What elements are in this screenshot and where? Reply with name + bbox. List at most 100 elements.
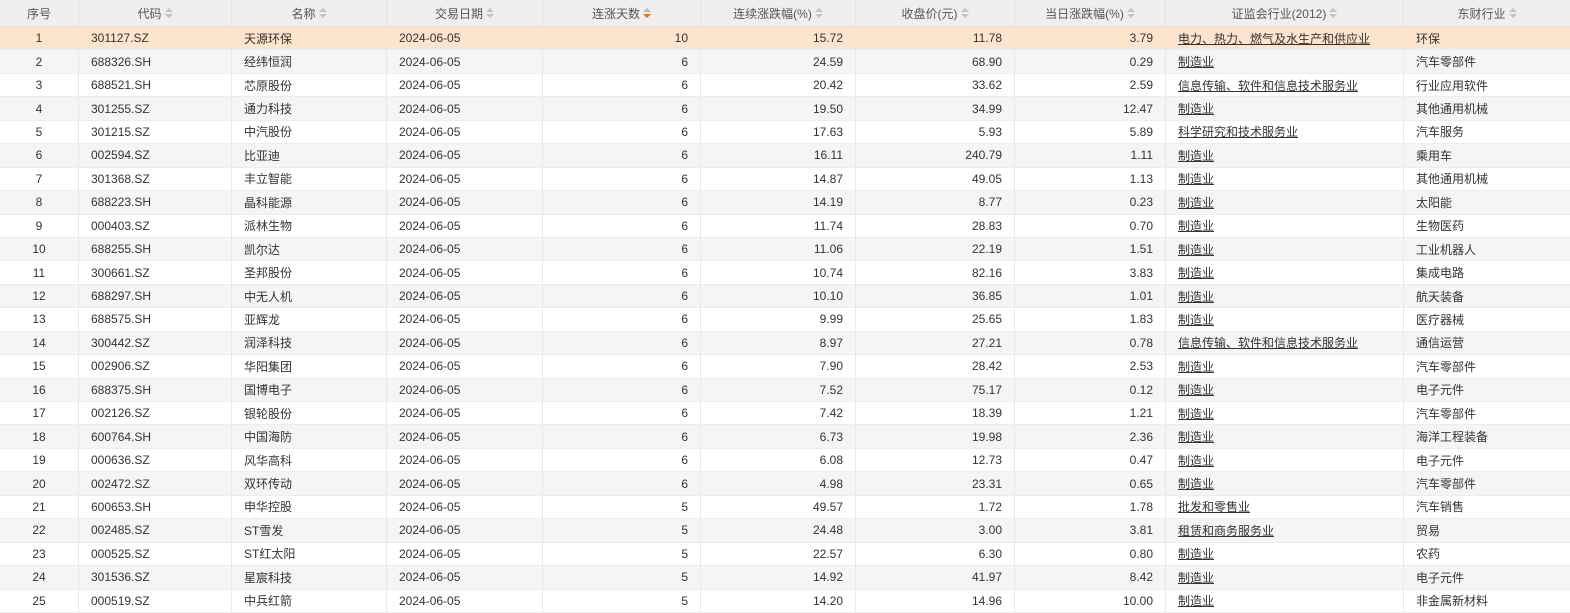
table-row[interactable]: 9 000403.SZ 派林生物 2024-06-05 6 11.74 28.83 0.70 制…	[0, 214, 1570, 238]
csrc-industry-link[interactable]: 制造业	[1178, 452, 1214, 469]
table-row[interactable]: 19 000636.SZ 风华高科 2024-06-05 6 6.08 12.73 0.47 制…	[0, 448, 1570, 473]
table-row[interactable]: 1 301127.SZ 天源环保 2024-06-05 10 15.72 11.78 3.79…	[0, 27, 1570, 51]
csrc-industry-link[interactable]: 制造业	[1178, 428, 1214, 445]
csrc-industry-link[interactable]: 制造业	[1178, 288, 1214, 305]
cell-day_change_pct: 1.13	[1015, 167, 1166, 192]
cell-csrc_industry: 制造业	[1166, 284, 1404, 309]
csrc-industry-link[interactable]: 制造业	[1178, 194, 1214, 211]
csrc-industry-link[interactable]: 批发和零售业	[1178, 498, 1250, 515]
table-row[interactable]: 14 300442.SZ 润泽科技 2024-06-05 6 8.97 27.21 0.78 信…	[0, 331, 1570, 356]
cell-streak_days: 6	[543, 167, 701, 192]
column-header-label: 东财行业	[1457, 6, 1506, 21]
cell-cum_change_pct: 8.97	[701, 331, 856, 356]
sort-up-triangle	[1126, 8, 1135, 12]
table-row[interactable]: 3 688521.SH 芯原股份 2024-06-05 6 20.42 33.62 2.59 信…	[0, 73, 1570, 98]
cell-close_price: 25.65	[856, 308, 1015, 332]
csrc-industry-link[interactable]: 制造业	[1178, 170, 1214, 187]
cell-day_change_pct: 3.83	[1015, 261, 1166, 285]
cell-name: 银轮股份	[232, 402, 387, 426]
table-row[interactable]: 16 688375.SH 国博电子 2024-06-05 6 7.52 75.17 0.12 制…	[0, 378, 1570, 402]
table-row[interactable]: 12 688297.SH 中无人机 2024-06-05 6 10.10 36.85 1.01…	[0, 284, 1570, 309]
csrc-industry-link[interactable]: 信息传输、软件和信息技术服务业	[1178, 77, 1358, 94]
csrc-industry-link[interactable]: 制造业	[1178, 592, 1214, 609]
table-row[interactable]: 24 301536.SZ 星宸科技 2024-06-05 5 14.92 41.97 8.42…	[0, 566, 1570, 590]
cell-seq: 22	[0, 519, 79, 543]
csrc-industry-link[interactable]: 制造业	[1178, 381, 1214, 398]
cell-date: 2024-06-05	[387, 448, 543, 473]
csrc-industry-link[interactable]: 信息传输、软件和信息技术服务业	[1178, 334, 1358, 351]
cell-streak_days: 6	[543, 237, 701, 262]
cell-close_price: 240.79	[856, 144, 1015, 168]
csrc-industry-link[interactable]: 科学研究和技术服务业	[1178, 123, 1298, 140]
cell-seq: 19	[0, 448, 79, 473]
table-row[interactable]: 21 600653.SH 申华控股 2024-06-05 5 49.57 1.72 1.78 批…	[0, 495, 1570, 520]
column-header-em_industry[interactable]: 东财行业	[1404, 0, 1570, 26]
csrc-industry-link[interactable]: 制造业	[1178, 475, 1214, 492]
cell-code: 301255.SZ	[79, 97, 232, 121]
cell-csrc_industry: 制造业	[1166, 308, 1404, 332]
table-row[interactable]: 4 301255.SZ 通力科技 2024-06-05 6 19.50 34.99 12.47…	[0, 97, 1570, 121]
cell-seq: 17	[0, 402, 79, 426]
cell-seq: 25	[0, 589, 79, 613]
table-row[interactable]: 15 002906.SZ 华阳集团 2024-06-05 6 7.90 28.42 2.53 制…	[0, 355, 1570, 379]
csrc-industry-link[interactable]: 制造业	[1178, 241, 1214, 258]
column-header-code[interactable]: 代码	[79, 0, 232, 26]
table-row[interactable]: 18 600764.SH 中国海防 2024-06-05 6 6.73 19.98 2.36 制…	[0, 425, 1570, 449]
sort-up-triangle	[643, 8, 651, 12]
sort-down-triangle	[164, 14, 173, 18]
table-row[interactable]: 22 002485.SZ ST雪发 2024-06-05 5 24.48 3.00 3.81 租…	[0, 519, 1570, 543]
column-header-cum_change_pct[interactable]: 连续涨跌幅(%)	[701, 0, 856, 26]
csrc-industry-link[interactable]: 制造业	[1178, 147, 1214, 164]
cell-date: 2024-06-05	[387, 214, 543, 238]
sort-icon	[1329, 8, 1338, 18]
table-row[interactable]: 8 688223.SH 晶科能源 2024-06-05 6 14.19 8.77 0.23 制造…	[0, 191, 1570, 215]
cell-day_change_pct: 0.78	[1015, 331, 1166, 356]
csrc-industry-link[interactable]: 制造业	[1178, 405, 1214, 422]
csrc-industry-link[interactable]: 制造业	[1178, 569, 1214, 586]
cell-code: 600764.SH	[79, 425, 232, 449]
cell-streak_days: 6	[543, 448, 701, 473]
table-row[interactable]: 7 301368.SZ 丰立智能 2024-06-05 6 14.87 49.05 1.13 制…	[0, 167, 1570, 192]
csrc-industry-link[interactable]: 制造业	[1178, 217, 1214, 234]
table-row[interactable]: 25 000519.SZ 中兵红箭 2024-06-05 5 14.20 14.96 10.0…	[0, 589, 1570, 613]
csrc-industry-link[interactable]: 制造业	[1178, 358, 1214, 375]
csrc-industry-link[interactable]: 制造业	[1178, 311, 1214, 328]
cell-seq: 2	[0, 50, 79, 74]
cell-cum_change_pct: 22.57	[701, 542, 856, 567]
cell-date: 2024-06-05	[387, 50, 543, 74]
column-header-date[interactable]: 交易日期	[387, 0, 543, 26]
csrc-industry-link[interactable]: 制造业	[1178, 545, 1214, 562]
column-header-label: 证监会行业(2012)	[1231, 6, 1327, 21]
cell-date: 2024-06-05	[387, 519, 543, 543]
column-header-csrc_industry[interactable]: 证监会行业(2012)	[1166, 0, 1404, 26]
table-row[interactable]: 17 002126.SZ 银轮股份 2024-06-05 6 7.42 18.39 1.21 制…	[0, 402, 1570, 426]
column-header-close_price[interactable]: 收盘价(元)	[856, 0, 1015, 26]
csrc-industry-link[interactable]: 租赁和商务服务业	[1178, 522, 1274, 539]
table-row[interactable]: 20 002472.SZ 双环传动 2024-06-05 6 4.98 23.31 0.65 制…	[0, 472, 1570, 496]
table-row[interactable]: 2 688326.SH 经纬恒润 2024-06-05 6 24.59 68.90 0.29 制…	[0, 50, 1570, 74]
column-header-streak_days[interactable]: 连涨天数	[543, 0, 701, 26]
cell-cum_change_pct: 14.20	[701, 589, 856, 613]
cell-csrc_industry: 制造业	[1166, 50, 1404, 74]
csrc-industry-link[interactable]: 制造业	[1178, 53, 1214, 70]
table-row[interactable]: 11 300661.SZ 圣邦股份 2024-06-05 6 10.74 82.16 3.83…	[0, 261, 1570, 285]
table-row[interactable]: 5 301215.SZ 中汽股份 2024-06-05 6 17.63 5.93 5.89 科学…	[0, 120, 1570, 145]
cell-day_change_pct: 1.01	[1015, 284, 1166, 309]
column-header-name[interactable]: 名称	[232, 0, 387, 26]
table-row[interactable]: 23 000525.SZ ST红太阳 2024-06-05 5 22.57 6.30 0.80…	[0, 542, 1570, 567]
cell-streak_days: 6	[543, 261, 701, 285]
sort-icon	[1126, 8, 1135, 18]
cell-code: 688375.SH	[79, 378, 232, 402]
table-row[interactable]: 13 688575.SH 亚辉龙 2024-06-05 6 9.99 25.65 1.83 制造…	[0, 308, 1570, 332]
csrc-industry-link[interactable]: 电力、热力、燃气及水生产和供应业	[1178, 30, 1370, 47]
cell-seq: 7	[0, 167, 79, 192]
cell-date: 2024-06-05	[387, 402, 543, 426]
column-header-day_change_pct[interactable]: 当日涨跌幅(%)	[1015, 0, 1166, 26]
csrc-industry-link[interactable]: 制造业	[1178, 264, 1214, 281]
cell-csrc_industry: 制造业	[1166, 97, 1404, 121]
table-row[interactable]: 10 688255.SH 凯尔达 2024-06-05 6 11.06 22.19 1.51 制…	[0, 237, 1570, 262]
csrc-industry-link[interactable]: 制造业	[1178, 100, 1214, 117]
table-row[interactable]: 6 002594.SZ 比亚迪 2024-06-05 6 16.11 240.79 1.11 制…	[0, 144, 1570, 168]
cell-streak_days: 6	[543, 402, 701, 426]
cell-day_change_pct: 1.83	[1015, 308, 1166, 332]
